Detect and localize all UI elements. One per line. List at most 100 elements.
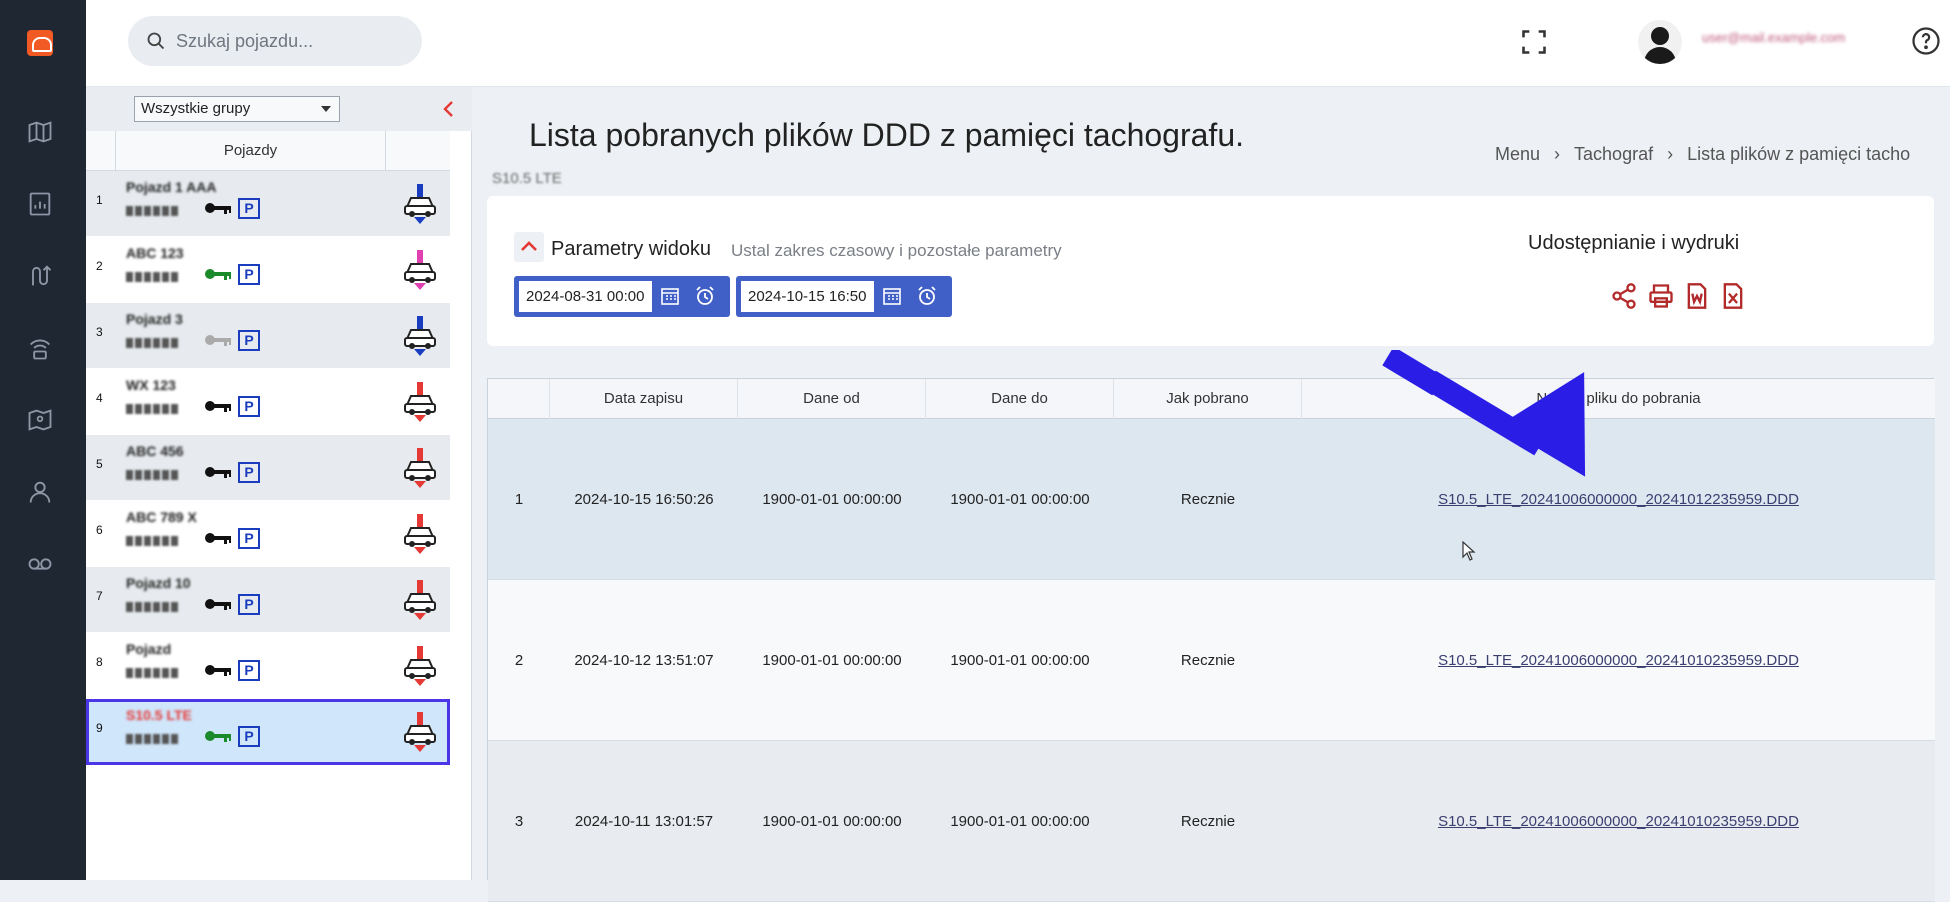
calendar-icon[interactable] [882,286,902,306]
download-file-link[interactable]: S10.5_LTE_20241006000000_20241010235959.… [1438,813,1799,830]
tachograph-icon[interactable] [26,550,54,578]
route-icon[interactable] [26,262,54,290]
params-card: Parametry widoku Ustal zakres czasowy i … [487,196,1934,346]
vehicle-car-icon[interactable] [402,447,438,489]
driver-icon[interactable] [26,478,54,506]
cell-file-link: S10.5_LTE_20241006000000_20241010235959.… [1302,741,1935,902]
vehicle-list: 1 Pojazd 1 AAA P 2 ABC 123 P 3 Pojazd 3 … [86,171,450,765]
signal-icon[interactable] [26,334,54,362]
vehicle-name: ABC 123 [126,245,184,261]
avatar[interactable] [1638,20,1682,64]
print-icon[interactable] [1647,282,1675,310]
vehicle-status-bars [126,531,194,546]
collapse-panel-icon[interactable] [441,99,457,119]
calendar-icon[interactable] [660,286,680,306]
table-row[interactable]: 3 2024-10-11 13:01:57 1900-01-01 00:00:00 1… [488,741,1935,902]
vehicle-row[interactable]: 5 ABC 456 P [86,435,450,501]
vehicle-row[interactable]: 7 Pojazd 10 P [86,567,450,633]
vehicle-status-bars [126,201,194,216]
params-title: Parametry widoku [551,238,712,260]
report-icon[interactable] [26,190,54,218]
ignition-key-icon [205,335,231,346]
breadcrumb-menu[interactable]: Menu [1495,144,1540,164]
vehicle-car-icon[interactable] [402,249,438,291]
date-from-input[interactable] [519,281,652,312]
ignition-key-icon [205,731,231,742]
vehicle-status-bars [126,663,194,678]
cell-jak-pobrano: Recznie [1180,813,1236,830]
excel-export-icon[interactable] [1719,282,1747,310]
parking-icon: P [238,264,260,285]
column-header-nazwa-pliku[interactable]: Nazwa pliku do pobrania [1302,379,1935,419]
cell-dane-do: 1900-01-01 00:00:00 [950,813,1090,830]
vehicle-car-icon[interactable] [402,183,438,225]
breadcrumb-separator: › [1667,144,1674,164]
parking-icon: P [238,330,260,351]
vehicle-car-icon[interactable] [402,381,438,423]
cell-jak-pobrano: Recznie [1180,652,1236,669]
column-header-dane-od[interactable]: Dane od [738,379,926,419]
ignition-key-icon [205,533,231,544]
parking-icon: P [238,594,260,615]
collapse-params-button[interactable] [514,232,544,262]
user-name[interactable]: user@mail.example.com [1702,30,1872,52]
fullscreen-icon[interactable] [1520,28,1548,56]
vehicle-car-icon[interactable] [402,645,438,687]
word-export-icon[interactable] [1683,282,1711,310]
breadcrumb-current: Lista plików z pamięci tacho [1687,144,1911,164]
vehicle-row[interactable]: 8 Pojazd P [86,633,450,699]
vehicle-row[interactable]: 2 ABC 123 P [86,237,450,303]
vehicles-index-header [86,131,116,171]
column-header-dane-do[interactable]: Dane do [926,379,1114,419]
table-row[interactable]: 2 2024-10-12 13:51:07 1900-01-01 00:00:00 1… [488,580,1935,741]
map-icon[interactable] [26,118,54,146]
help-icon[interactable] [1911,26,1941,56]
share-icon[interactable] [1610,282,1638,310]
parking-icon: P [238,198,260,219]
vehicle-car-icon[interactable] [402,513,438,555]
group-select-value: Wszystkie grupy [141,100,251,117]
cell-dane-od: 1900-01-01 00:00:00 [762,813,902,830]
vehicle-row[interactable]: 9 S10.5 LTE P [86,699,450,765]
vehicle-index: 2 [96,259,103,273]
zones-map-icon[interactable] [26,406,54,434]
vehicle-search[interactable] [128,16,422,66]
ignition-key-icon [205,467,231,478]
vehicle-car-icon[interactable] [402,711,438,753]
group-select[interactable]: Wszystkie grupy [134,96,340,122]
vehicle-name: WX 123 [126,377,176,393]
app-logo[interactable] [27,30,53,56]
search-input[interactable] [176,28,406,54]
vehicle-row[interactable]: 3 Pojazd 3 P [86,303,450,369]
vehicle-row[interactable]: 6 ABC 789 X P [86,501,450,567]
vehicle-status-bars [126,399,194,414]
cell-dane-do: 1900-01-01 00:00:00 [950,652,1090,669]
cell-file-link: S10.5_LTE_20241006000000_20241012235959.… [1302,419,1935,580]
breadcrumb-tachograf[interactable]: Tachograf [1574,144,1653,164]
vehicle-row[interactable]: 4 WX 123 P [86,369,450,435]
vehicle-car-icon[interactable] [402,315,438,357]
clock-icon[interactable] [694,285,716,307]
vehicle-index: 5 [96,457,103,471]
column-header-jak-pobrano[interactable]: Jak pobrano [1114,379,1302,419]
vehicle-name: ABC 456 [126,443,184,459]
vehicle-index: 8 [96,655,103,669]
vehicle-name: Pojazd 10 [126,575,191,591]
date-to-input[interactable] [741,281,874,312]
column-header-data-zapisu[interactable]: Data zapisu [550,379,738,419]
cell-index: 2 [514,652,524,669]
parking-icon: P [238,726,260,747]
params-subtitle: Ustal zakres czasowy i pozostałe paramet… [731,241,1062,260]
cell-dane-od: 1900-01-01 00:00:00 [762,652,902,669]
page-subtitle: S10.5 LTE [492,170,562,187]
table-row[interactable]: 1 2024-10-15 16:50:26 1900-01-01 00:00:00 1… [488,419,1935,580]
vehicle-status-bars [126,267,194,282]
column-header-index [488,379,550,419]
ignition-key-icon [205,401,231,412]
download-file-link[interactable]: S10.5_LTE_20241006000000_20241010235959.… [1438,652,1799,669]
vehicle-car-icon[interactable] [402,579,438,621]
vehicle-row[interactable]: 1 Pojazd 1 AAA P [86,171,450,237]
download-file-link[interactable]: S10.5_LTE_20241006000000_20241012235959.… [1438,491,1799,508]
ignition-key-icon [205,203,231,214]
clock-icon[interactable] [916,285,938,307]
